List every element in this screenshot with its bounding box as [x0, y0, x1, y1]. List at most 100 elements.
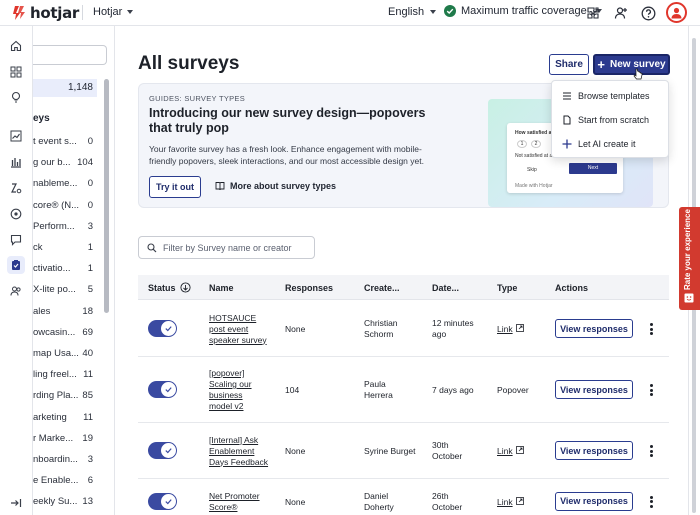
panel-scrollbar[interactable]: [104, 79, 109, 313]
survey-name-link[interactable]: speaker survey: [209, 335, 269, 346]
add-user-icon[interactable]: [612, 4, 630, 22]
org-selector[interactable]: Hotjar: [93, 6, 134, 18]
list-item[interactable]: nboardin... 3: [33, 454, 97, 468]
more-options-icon[interactable]: [646, 322, 656, 336]
dashboard-icon[interactable]: [7, 63, 25, 81]
list-item[interactable]: r Marke... 19: [33, 433, 97, 447]
banner-title: Introducing our new survey design—popove…: [149, 106, 426, 135]
list-item[interactable]: owcasin... 69: [33, 327, 97, 341]
home-icon[interactable]: [7, 37, 25, 55]
more-options-icon[interactable]: [646, 383, 656, 397]
list-item[interactable]: rding Pla... 85: [33, 390, 97, 404]
survey-name-link[interactable]: Score® (NPS®): [209, 502, 269, 515]
menu-item-start-from-scratch[interactable]: Start from scratch: [552, 108, 670, 131]
survey-name-link[interactable]: [popover]: [209, 368, 269, 379]
creator-name: Christian: [364, 318, 398, 328]
list-icon: [563, 92, 571, 99]
list-item[interactable]: core® (N... 0: [33, 200, 97, 214]
created-date: October: [432, 501, 463, 512]
column-responses[interactable]: Responses: [285, 283, 333, 293]
traffic-coverage-selector[interactable]: Maximum traffic coverage: [444, 5, 602, 17]
survey-name-link[interactable]: model v2: [209, 401, 269, 412]
table-row: [popover] Scaling our business model v2 104 P…: [138, 357, 669, 423]
feedback-icon[interactable]: [7, 231, 25, 249]
list-item[interactable]: map Usa... 40: [33, 348, 97, 362]
list-item-count: 18: [82, 305, 93, 317]
survey-name-link[interactable]: Scaling our: [209, 379, 269, 390]
type-label: Link: [497, 496, 513, 507]
column-date[interactable]: Date...: [432, 283, 459, 293]
list-item-count: 69: [82, 326, 93, 338]
users-icon[interactable]: [7, 282, 25, 300]
column-creator[interactable]: Create...: [364, 283, 400, 293]
engage-icon[interactable]: [7, 205, 25, 223]
view-responses-button[interactable]: View responses: [555, 319, 633, 338]
creator-name: Paula: [364, 379, 386, 389]
status-toggle[interactable]: [148, 381, 177, 398]
help-icon[interactable]: [639, 4, 657, 22]
list-item[interactable]: t event s... 0: [33, 136, 97, 150]
trends-icon[interactable]: [7, 127, 25, 145]
more-options-icon[interactable]: [646, 444, 656, 458]
more-about-survey-types-link[interactable]: More about survey types: [215, 181, 336, 191]
survey-name-link[interactable]: Net Promoter: [209, 491, 269, 502]
survey-name-link[interactable]: business: [209, 390, 269, 401]
sort-down-icon[interactable]: [180, 282, 191, 293]
view-responses-button[interactable]: View responses: [555, 380, 633, 399]
view-responses-button[interactable]: View responses: [555, 491, 633, 511]
list-item[interactable]: ales 18: [33, 306, 97, 320]
list-item[interactable]: X-lite po... 5: [33, 284, 97, 298]
menu-item-label: Start from scratch: [578, 114, 650, 125]
new-survey-button[interactable]: + New survey: [593, 54, 670, 75]
list-item[interactable]: ctivatio... 1: [33, 263, 97, 277]
survey-list-search-input[interactable]: [33, 45, 107, 65]
sparkle-icon: [562, 139, 572, 148]
status-toggle[interactable]: [148, 492, 177, 510]
hotjar-logo[interactable]: hotjar: [12, 3, 79, 23]
user-avatar[interactable]: [666, 2, 687, 23]
survey-name-link[interactable]: [Internal] Ask: [209, 435, 269, 446]
recordings-icon[interactable]: [7, 179, 25, 197]
list-item[interactable]: Perform... 3: [33, 221, 97, 235]
all-surveys-item[interactable]: 1,148: [33, 79, 97, 97]
column-name[interactable]: Name: [209, 283, 234, 293]
heatmaps-icon[interactable]: [7, 153, 25, 171]
survey-link[interactable]: Link: [497, 446, 524, 457]
view-responses-button[interactable]: View responses: [555, 441, 633, 460]
status-toggle[interactable]: [148, 320, 177, 337]
created-date: 7 days ago: [432, 384, 474, 395]
lightbulb-icon[interactable]: [7, 88, 25, 106]
language-selector[interactable]: English: [388, 6, 437, 18]
more-options-icon[interactable]: [646, 495, 656, 509]
list-item[interactable]: eekly Su... 13: [33, 496, 97, 510]
list-item[interactable]: arketing 11: [33, 412, 97, 426]
integrations-icon[interactable]: [584, 4, 602, 22]
status-toggle[interactable]: [148, 442, 177, 459]
preview-scale-2: 2: [531, 140, 541, 148]
menu-item-let-ai-create-it[interactable]: Let AI create it: [552, 132, 670, 155]
try-it-out-button[interactable]: Try it out: [149, 176, 201, 198]
share-button[interactable]: Share: [549, 54, 589, 75]
column-status[interactable]: Status: [148, 283, 176, 293]
survey-filter-input[interactable]: Filter by Survey name or creator: [138, 236, 315, 259]
rate-your-experience-tab[interactable]: Rate your experience: [679, 207, 700, 310]
list-item[interactable]: e Enable... 6: [33, 475, 97, 489]
list-item[interactable]: g our b... 104: [33, 157, 97, 171]
table-row: Net PromoterScore® (NPS®) None DanielDoher…: [138, 479, 669, 515]
new-survey-menu: Browse templates Start from scratch Let …: [551, 80, 669, 158]
creator-name: Doherty: [364, 501, 394, 512]
survey-name-link[interactable]: Days Feedback: [209, 457, 269, 468]
survey-name-link[interactable]: Enablement: [209, 446, 269, 457]
survey-link[interactable]: Link: [497, 324, 524, 335]
list-item[interactable]: ling freel... 11: [33, 369, 97, 383]
survey-name-link[interactable]: HOTSAUCE: [209, 313, 269, 324]
list-item-name: ctivatio...: [33, 263, 71, 275]
survey-name-link[interactable]: post event: [209, 324, 269, 335]
collapse-sidebar-icon[interactable]: [7, 494, 25, 512]
menu-item-browse-templates[interactable]: Browse templates: [552, 84, 670, 107]
column-type[interactable]: Type: [497, 283, 517, 293]
survey-link[interactable]: Link: [497, 497, 524, 508]
surveys-icon[interactable]: [7, 256, 25, 274]
list-item[interactable]: nableme... 0: [33, 178, 97, 192]
list-item[interactable]: ck 1: [33, 242, 97, 256]
